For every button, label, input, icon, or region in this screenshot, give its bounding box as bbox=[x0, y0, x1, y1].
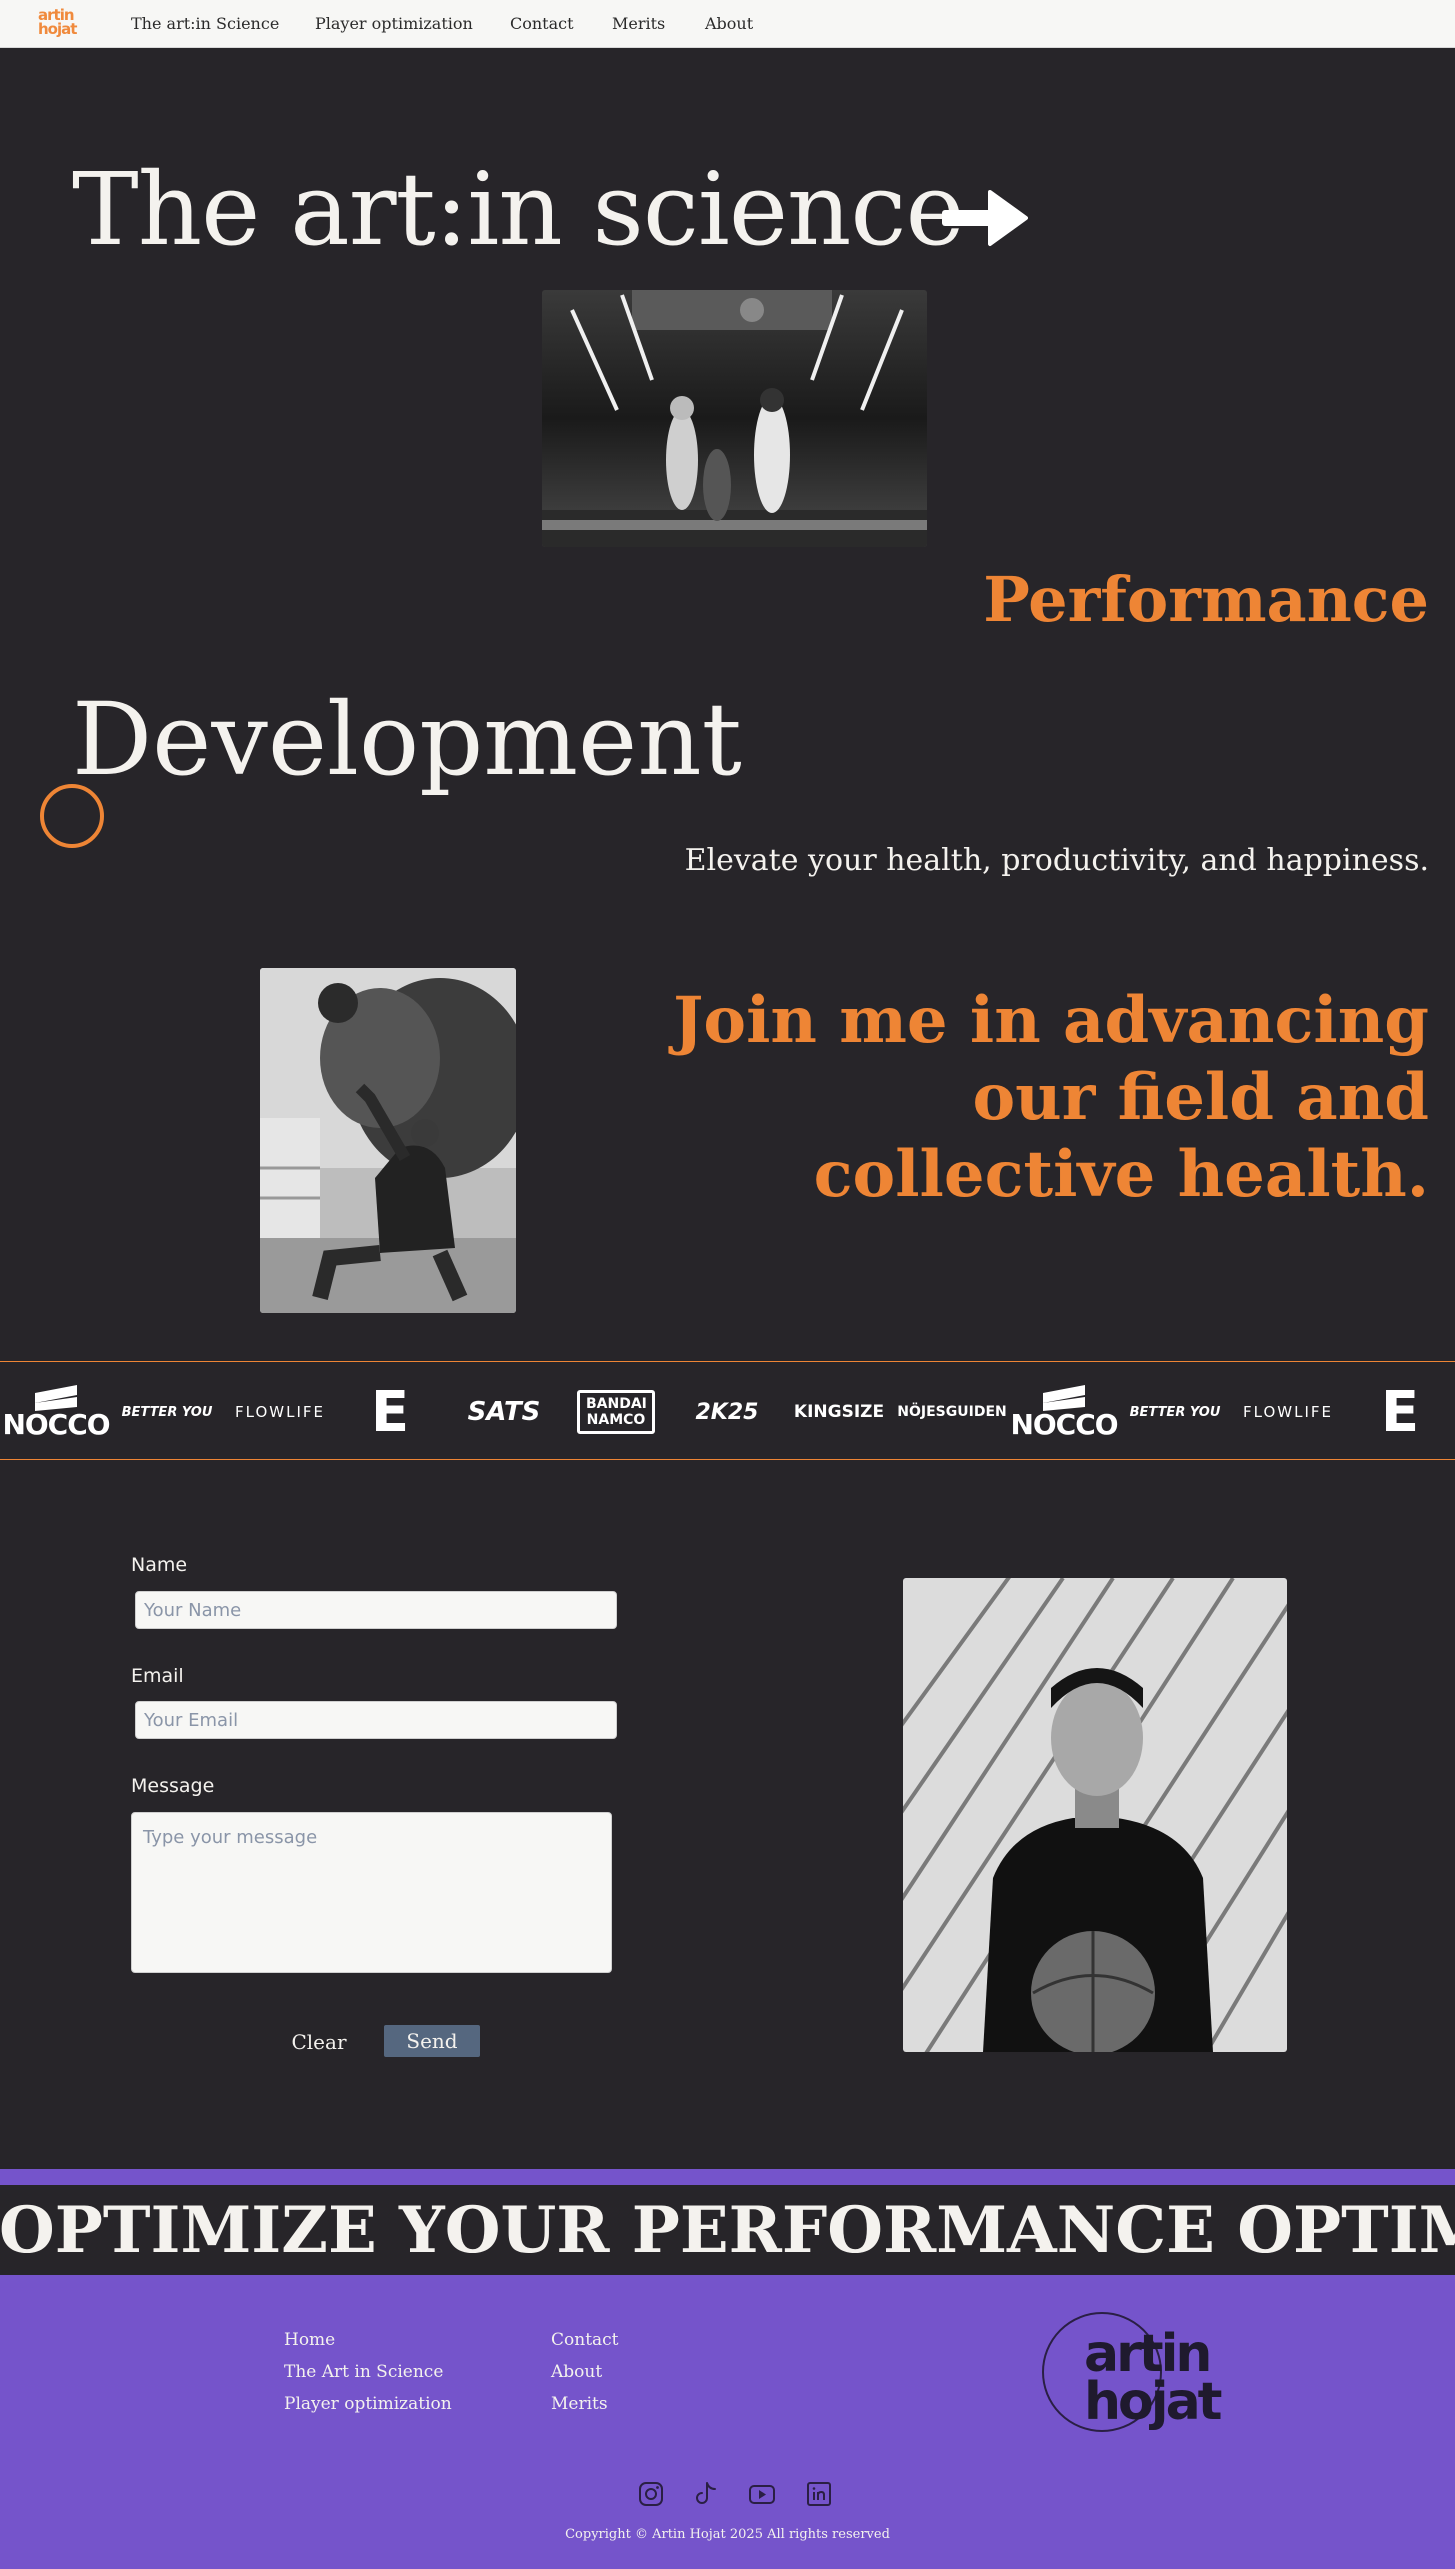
footer-logo[interactable]: artin hojat bbox=[1040, 2310, 1223, 2440]
tagline: Elevate your health, productivity, and h… bbox=[684, 843, 1429, 878]
sponsor-logo-sats: SATS bbox=[467, 1397, 541, 1427]
linkedin-icon[interactable] bbox=[805, 2480, 833, 2508]
basketball-game-photo bbox=[542, 290, 927, 547]
send-button[interactable]: Send bbox=[384, 2025, 480, 2057]
player-seated-photo bbox=[260, 968, 516, 1313]
sponsor-logo-nocco-2: NOCCO bbox=[1010, 1382, 1119, 1442]
sponsor-logo-betteryou: BETTER YOU bbox=[121, 1404, 213, 1420]
nav-link-player-optimization[interactable]: Player optimization bbox=[315, 14, 473, 33]
nav-logo[interactable]: artin hojat bbox=[38, 8, 82, 42]
circle-decoration-icon bbox=[40, 784, 104, 848]
arrow-right-icon[interactable] bbox=[940, 188, 1028, 248]
clear-button[interactable]: Clear bbox=[280, 2025, 358, 2059]
sponsor-logo-betteryou-2: BETTER YOU bbox=[1129, 1404, 1221, 1420]
banner-text: OPTIMIZE YOUR PERFORMANCE OPTIMIZE YOUR … bbox=[0, 2193, 1455, 2268]
message-label: Message bbox=[131, 1775, 215, 1797]
name-label: Name bbox=[131, 1554, 188, 1576]
sponsor-logo-nocco: NOCCO bbox=[2, 1382, 111, 1442]
footer-link-player-optimization[interactable]: Player optimization bbox=[284, 2394, 452, 2414]
nav-link-about[interactable]: About bbox=[705, 14, 753, 33]
portrait-photo bbox=[903, 1578, 1287, 2052]
sponsor-logo-bandai-namco: BANDAI NAMCO bbox=[574, 1382, 658, 1442]
footer-logo-line2: hojat bbox=[1084, 2372, 1223, 2432]
message-textarea[interactable] bbox=[131, 1812, 612, 1973]
footer bbox=[0, 2275, 1455, 2569]
sponsor-logo-flowlife: FLOWLIFE bbox=[235, 1403, 325, 1421]
nav-link-merits[interactable]: Merits bbox=[612, 14, 665, 33]
footer-link-art-in-science[interactable]: The Art in Science bbox=[284, 2362, 443, 2382]
sponsor-logo-2k25: 2K25 bbox=[695, 1399, 759, 1425]
sponsor-name: NOCCO bbox=[2, 1408, 110, 1441]
hero-title: The art:in science bbox=[72, 151, 965, 268]
nav-logo-line2: hojat bbox=[38, 20, 77, 38]
footer-logo-line1: artin bbox=[1084, 2324, 1212, 2384]
sponsor-logo-e: E bbox=[370, 1379, 410, 1445]
scrolling-banner: OPTIMIZE YOUR PERFORMANCE OPTIMIZE YOUR … bbox=[0, 2185, 1455, 2275]
email-input[interactable] bbox=[135, 1701, 617, 1739]
email-label: Email bbox=[131, 1665, 184, 1687]
sponsor-strip: NOCCO BETTER YOU FLOWLIFE E SATS BANDAI … bbox=[0, 1361, 1455, 1460]
copyright-text: Copyright © Artin Hojat 2025 All rights … bbox=[565, 2527, 890, 2542]
sponsor-logo-nojesguiden: NÖJESGUIDEN bbox=[897, 1404, 1007, 1420]
purple-divider bbox=[0, 2169, 1455, 2185]
top-nav: artin hojat The art:in Science Player op… bbox=[0, 0, 1455, 48]
sponsor-logo-e-2: E bbox=[1380, 1379, 1420, 1445]
join-heading: Join me in advancing our field and colle… bbox=[673, 983, 1429, 1212]
tiktok-icon[interactable] bbox=[692, 2480, 720, 2508]
footer-link-home[interactable]: Home bbox=[284, 2330, 335, 2350]
footer-link-merits[interactable]: Merits bbox=[551, 2394, 608, 2414]
sponsor-name: BANDAI NAMCO bbox=[577, 1390, 655, 1434]
development-heading: Development bbox=[72, 681, 742, 798]
sponsor-name: NOCCO bbox=[1010, 1408, 1118, 1441]
instagram-icon[interactable] bbox=[637, 2480, 665, 2508]
sponsor-logo-flowlife-2: FLOWLIFE bbox=[1243, 1403, 1333, 1421]
youtube-icon[interactable] bbox=[748, 2480, 776, 2508]
nav-link-contact[interactable]: Contact bbox=[510, 14, 574, 33]
sponsor-logo-kingsize: KINGSIZE bbox=[793, 1402, 885, 1422]
footer-link-contact[interactable]: Contact bbox=[551, 2330, 619, 2350]
footer-link-about[interactable]: About bbox=[551, 2362, 602, 2382]
nav-link-art-in-science[interactable]: The art:in Science bbox=[131, 14, 279, 33]
name-input[interactable] bbox=[135, 1591, 617, 1629]
performance-heading: Performance bbox=[983, 563, 1429, 636]
footer-logo-text: artin hojat bbox=[1084, 2324, 1223, 2432]
